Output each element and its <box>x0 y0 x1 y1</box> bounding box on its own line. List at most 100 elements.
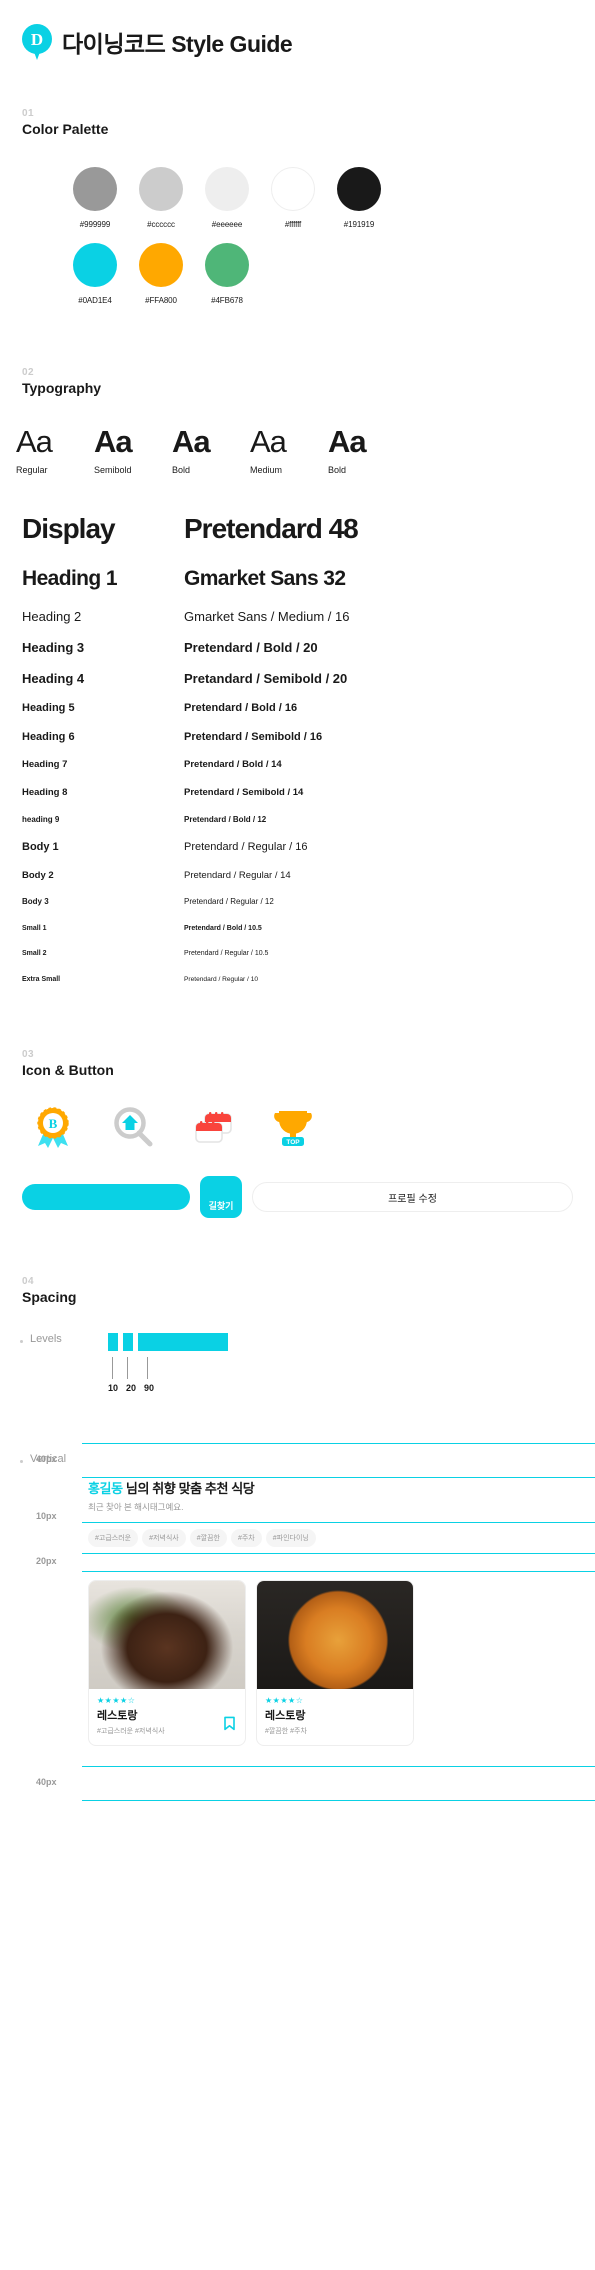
weight-specimen: Aa Bold <box>166 424 244 475</box>
specimen-label: Bold <box>328 464 347 475</box>
page-header: D 다이닝코드 Style Guide <box>0 0 595 60</box>
logo-letter: D <box>30 29 44 49</box>
hashtag-chip[interactable]: #파인다이닝 <box>265 1529 316 1548</box>
bullet-icon <box>20 1460 23 1464</box>
vertical-gap: 40px <box>36 1767 595 1800</box>
bookmark-icon[interactable] <box>224 1716 235 1731</box>
tick-label: 20 <box>126 1383 137 1394</box>
swatch-row-neutrals: #999999 #cccccc #eeeeee #ffffff #191919 <box>62 167 595 229</box>
restaurant-card[interactable]: ★★★★☆ 레스토랑 #깔끔한 #주차 <box>256 1580 414 1747</box>
hashtag-chip[interactable]: #깔끔한 <box>189 1529 227 1548</box>
specimen-label: Semibold <box>94 464 132 475</box>
type-spec: Pretendard / Bold / 12 <box>184 814 267 824</box>
type-name: Small 1 <box>22 924 47 932</box>
type-row: Body 3 Pretendard / Regular / 12 <box>22 889 573 915</box>
type-spec: Pretendard / Bold / 14 <box>184 759 282 771</box>
spacing-ticks <box>108 1357 228 1380</box>
swatch-hex-label: #FFA800 <box>145 296 177 305</box>
vertical-label-wrap: Vertical <box>0 1443 82 1801</box>
type-name: Body 2 <box>22 869 54 881</box>
bars-top <box>108 1333 228 1352</box>
specimen-glyph: Aa <box>16 424 53 459</box>
promo-block: 홍길동 님의 취향 맞춤 추천 식당 최근 찾아 본 해시태그예요. <box>82 1478 595 1513</box>
swatch-dot <box>205 167 249 211</box>
trophy-top-icon[interactable]: TOP <box>270 1104 316 1150</box>
vertical-preview: 40px 홍길동 님의 취향 맞춤 추천 식당 최근 찾아 본 해시태그예요. … <box>36 1443 595 1802</box>
weight-specimen: Aa Semibold <box>88 424 166 475</box>
card-body: ★★★★☆ 레스토랑 #고급스러운 #저녁식사 <box>89 1689 245 1745</box>
section-number: 02 <box>22 367 34 378</box>
section-number: 01 <box>22 108 34 119</box>
type-name: Heading 4 <box>22 671 85 687</box>
swatch-row-brand: #0AD1E4 #FFA800 #4FB678 <box>62 243 595 305</box>
type-spec: Pretendard / Semibold / 16 <box>184 730 323 743</box>
swatch-dot <box>337 167 381 211</box>
type-row: Small 1 Pretendard / Bold / 10.5 <box>22 916 573 942</box>
page-title: 다이닝코드 Style Guide <box>62 31 293 57</box>
edit-profile-button[interactable]: 프로필 수정 <box>252 1182 573 1213</box>
type-spec: Gmarket Sans 32 <box>184 566 346 590</box>
section-number: 03 <box>22 1049 34 1061</box>
restaurant-name: 레스토랑 <box>97 1710 138 1723</box>
color-swatch: #999999 <box>62 167 128 229</box>
type-row: Heading 8 Pretendard / Semibold / 14 <box>22 779 573 807</box>
hashtag-chip-row: #고급스러운 #저녁식사 #깔끔한 #주차 #파인다이닝 <box>82 1529 595 1548</box>
directions-button[interactable]: 길찾기 <box>200 1176 242 1219</box>
type-spec: Pretendard 48 <box>184 512 359 544</box>
type-row: Extra Small Pretendard / Regular / 10 <box>22 967 573 993</box>
hashtag-chip[interactable]: #고급스러운 <box>88 1529 139 1548</box>
type-spec: Pretendard / Regular / 10 <box>184 976 259 984</box>
type-row: Body 2 Pretendard / Regular / 14 <box>22 862 573 890</box>
gap-label: 40px <box>36 1777 57 1788</box>
type-row: Heading 2 Gmarket Sans / Medium / 16 <box>22 601 573 632</box>
type-name: Extra Small <box>22 976 61 984</box>
spacing-bar <box>108 1333 118 1352</box>
specimen-glyph: Aa <box>250 424 287 459</box>
type-name: Heading 3 <box>22 639 85 655</box>
vertical-gap: 40px <box>36 1444 595 1477</box>
spacing-bars: 10 20 90 <box>108 1333 228 1393</box>
rating-stars: ★★★★☆ <box>97 1696 136 1706</box>
calendar-stack-icon[interactable] <box>190 1104 236 1150</box>
swatch-dot <box>73 243 117 287</box>
restaurant-photo <box>257 1581 413 1690</box>
promo-title-rest: 님의 취향 맞춤 추천 식당 <box>122 1481 255 1497</box>
spacing-vertical-block: Vertical 40px 홍길동 님의 취향 맞춤 추천 식당 최근 찾아 본… <box>0 1443 595 1802</box>
promo-title: 홍길동 님의 취향 맞춤 추천 식당 <box>82 1478 595 1497</box>
gap-label: 20px <box>36 1556 57 1567</box>
type-spec: Pretendard / Regular / 14 <box>184 869 291 881</box>
vertical-gap: 10px <box>36 1511 595 1522</box>
swatch-dot <box>73 167 117 211</box>
restaurant-name: 레스토랑 <box>265 1710 306 1723</box>
tick-label: 10 <box>108 1383 119 1394</box>
swatch-dot <box>139 167 183 211</box>
restaurant-card[interactable]: ★★★★☆ 레스토랑 #고급스러운 #저녁식사 <box>88 1580 246 1747</box>
hashtag-chip[interactable]: #주차 <box>230 1529 262 1548</box>
spacing-levels-block: Levels 10 20 90 <box>0 1333 595 1393</box>
rating-stars: ★★★★☆ <box>265 1696 304 1706</box>
type-spec: Gmarket Sans / Medium / 16 <box>184 608 350 624</box>
specimen-glyph: Aa <box>172 424 211 459</box>
restaurant-tags: #고급스러운 #저녁식사 <box>97 1728 165 1736</box>
swatch-hex-label: #4FB678 <box>211 296 243 305</box>
vertical-gap: 20px <box>36 1554 595 1571</box>
weight-specimen: Aa Regular <box>10 424 88 475</box>
type-name: Small 2 <box>22 950 47 958</box>
section-color-palette: 01 Color Palette <box>0 108 595 137</box>
hashtag-chip[interactable]: #저녁식사 <box>142 1529 186 1548</box>
type-name: Heading 1 <box>22 566 118 590</box>
spacing-tick-labels: 10 20 90 <box>108 1383 228 1393</box>
color-swatch: #cccccc <box>128 167 194 229</box>
swatch-hex-label: #eeeeee <box>211 220 243 229</box>
color-swatch: #0AD1E4 <box>62 243 128 305</box>
section-typography: 02 Typography <box>0 367 595 396</box>
gap-label: 40px <box>36 1454 57 1465</box>
primary-pill-button[interactable] <box>22 1184 190 1211</box>
search-home-icon[interactable] <box>110 1104 156 1150</box>
badge-ribbon-icon[interactable]: B <box>30 1104 76 1150</box>
weight-specimen: Aa Medium <box>244 424 322 475</box>
type-row: heading 9 Pretendard / Bold / 12 <box>22 807 573 833</box>
type-row: Heading 6 Pretendard / Semibold / 16 <box>22 723 573 752</box>
type-name: Heading 6 <box>22 730 75 743</box>
specimen-glyph: Aa <box>94 424 133 459</box>
